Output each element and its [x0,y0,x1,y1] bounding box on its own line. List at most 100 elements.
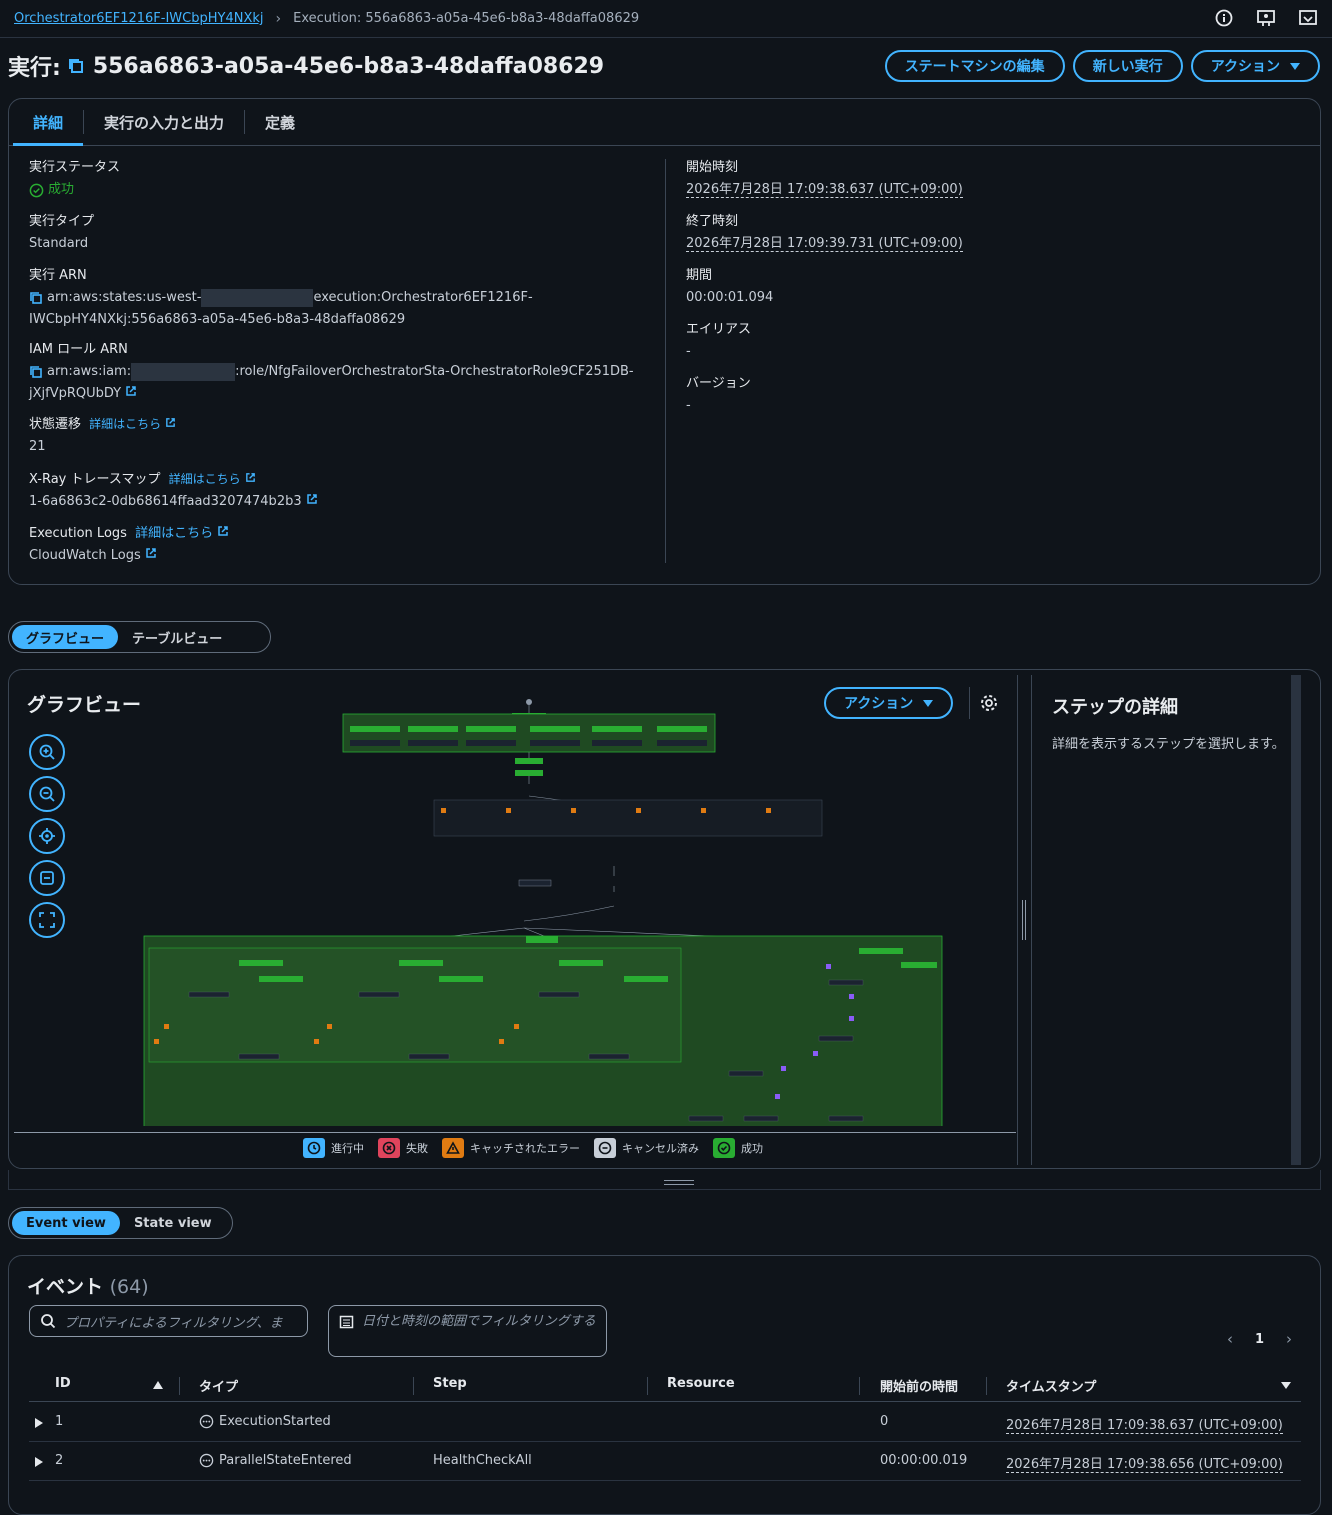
duration-label: 期間 [686,268,713,283]
health-check-node[interactable] [592,726,642,732]
expand-row-icon[interactable] [35,1418,43,1428]
health-check-node[interactable] [657,726,707,732]
health-check-node[interactable] [530,726,580,732]
top-bar: Orchestrator6EF1216F-IWCbpHY4NXkj › Exec… [0,0,1332,38]
xray-info-link[interactable]: 詳細はこちら [169,472,241,486]
transitions-info-link[interactable]: 詳細はこちら [89,417,161,431]
date-range-filter-text: 日付と時刻の範囲でフィルタリングする [362,1314,596,1329]
splitter-handle[interactable] [1022,900,1026,940]
column-elapsed[interactable]: 開始前の時間 [880,1376,958,1395]
column-divider[interactable] [647,1377,648,1395]
details-right-column: 開始時刻 2026年7月28日 17:09:38.637 (UTC+09:00)… [686,157,1286,417]
column-step[interactable]: Step [433,1376,467,1391]
tab-details[interactable]: 詳細 [13,99,84,146]
locate-icon [39,828,55,844]
transitions-label: 状態遷移 [29,417,82,432]
graph-view-toggle[interactable]: グラフビュー [12,625,119,649]
choice-state-node[interactable] [515,770,543,776]
zoom-out-button[interactable] [29,776,65,812]
copy-icon[interactable] [29,291,43,305]
zoom-in-button[interactable] [29,734,65,770]
sort-dropdown-icon[interactable] [1281,1382,1291,1389]
column-resource[interactable]: Resource [667,1376,735,1391]
column-id[interactable]: ID [55,1376,71,1391]
copy-icon[interactable] [29,365,43,379]
fit-view-button[interactable] [29,902,65,938]
redacted-account [201,288,314,307]
lambda-task-node[interactable] [408,740,458,746]
panel-splitter[interactable] [1017,675,1018,1165]
property-filter-input[interactable]: プロパティによるフィルタリング、ま [29,1305,308,1337]
column-type[interactable]: タイプ [199,1376,238,1395]
sort-ascending-icon[interactable] [153,1381,163,1389]
info-icon[interactable] [1214,8,1234,28]
state-view-option[interactable]: State view [120,1211,226,1235]
cloudwatch-logs-link[interactable]: CloudWatch Logs [29,545,649,567]
health-check-node[interactable] [408,726,458,732]
search-icon [41,1314,56,1329]
pass-state-node[interactable] [515,758,543,764]
table-view-toggle[interactable]: テーブルビュー [118,625,236,649]
lambda-task-node[interactable] [530,740,580,746]
resize-handle[interactable] [664,1180,694,1185]
scrollbar[interactable] [1291,675,1301,1165]
collapse-button[interactable] [29,860,65,896]
event-step: HealthCheckAll [433,1453,532,1468]
health-check-node[interactable] [466,726,516,732]
wait-state-node[interactable] [518,879,552,887]
start-value: 2026年7月28日 17:09:38.637 (UTC+09:00) [686,182,963,198]
lambda-task-node[interactable] [657,740,707,746]
tab-definition[interactable]: 定義 [245,99,315,145]
table-row[interactable]: 1 ExecutionStarted 0 2026年7月28日 17:09:38… [29,1403,1301,1442]
column-timestamp[interactable]: タイムスタンプ [1006,1376,1096,1395]
event-elapsed: 0 [880,1414,889,1429]
pagination: ‹ 1 › [1227,1330,1292,1348]
lambda-task-node[interactable] [466,740,516,746]
page-header: 実行: 556a6863-a05a-45e6-b8a3-48daffa08629… [0,38,1332,98]
new-execution-button[interactable]: 新しい実行 [1072,50,1183,82]
step-details-panel: ステップの詳細 詳細を表示するステップを選択します。 [1031,675,1301,1165]
xray-trace-id: 1-6a6863c2-0db68614ffaad3207474b2b3 [29,494,302,509]
table-row[interactable]: 2 ParallelStateEntered HealthCheckAll 00… [29,1442,1301,1481]
workflow-graph[interactable] [129,696,959,1126]
events-panel: イベント (64) プロパティによるフィルタリング、ま 日付と時刻の範囲でフィル… [8,1255,1321,1515]
feedback-icon[interactable] [1256,8,1276,28]
event-timestamp: 2026年7月28日 17:09:38.656 (UTC+09:00) [1006,1453,1283,1473]
current-page[interactable]: 1 [1255,1332,1264,1347]
check-circle-icon [29,183,44,197]
previous-page-icon[interactable]: ‹ [1227,1330,1233,1348]
expand-row-icon[interactable] [35,1457,43,1467]
center-button[interactable] [29,818,65,854]
column-divider[interactable] [179,1377,180,1395]
tab-input-output[interactable]: 実行の入力と出力 [84,99,244,145]
actions-label: アクション [1210,59,1280,75]
column-divider[interactable] [859,1377,860,1395]
actions-dropdown[interactable]: アクション [1190,50,1320,82]
graph-title: グラフビュー [27,694,142,716]
xray-label: X-Ray トレースマップ [29,472,161,487]
cloudwatch-logs-text: CloudWatch Logs [29,548,141,563]
event-timestamp: 2026年7月28日 17:09:38.637 (UTC+09:00) [1006,1414,1283,1434]
zoom-out-icon [39,786,55,802]
copy-icon[interactable] [67,57,85,75]
xray-trace-link[interactable]: 1-6a6863c2-0db68614ffaad3207474b2b3 [29,491,649,513]
column-divider[interactable] [413,1377,414,1395]
column-divider[interactable] [986,1377,987,1395]
events-title: イベント (64) [27,1272,149,1299]
settings-gear-icon[interactable] [979,693,999,713]
next-page-icon[interactable]: › [1286,1330,1292,1348]
failover-parallel-node[interactable] [526,936,558,943]
preferences-icon[interactable] [1298,8,1318,28]
edit-state-machine-button[interactable]: ステートマシンの編集 [884,50,1065,82]
health-check-node[interactable] [350,726,400,732]
legend-caught-error: キャッチされたエラー [470,1142,580,1155]
logs-info-link[interactable]: 詳細はこちら [135,526,213,541]
breadcrumb-state-machine-link[interactable]: Orchestrator6EF1216F-IWCbpHY4NXkj [14,11,264,26]
lambda-task-node[interactable] [350,740,400,746]
logs-label: Execution Logs [29,526,127,541]
end-value: 2026年7月28日 17:09:39.731 (UTC+09:00) [686,236,963,252]
date-range-filter[interactable]: 日付と時刻の範囲でフィルタリングする [328,1305,607,1357]
iam-role-link[interactable]: arn:aws:iam::role/NfgFailoverOrchestrato… [29,361,649,405]
lambda-task-node[interactable] [592,740,642,746]
event-view-option[interactable]: Event view [12,1211,120,1235]
